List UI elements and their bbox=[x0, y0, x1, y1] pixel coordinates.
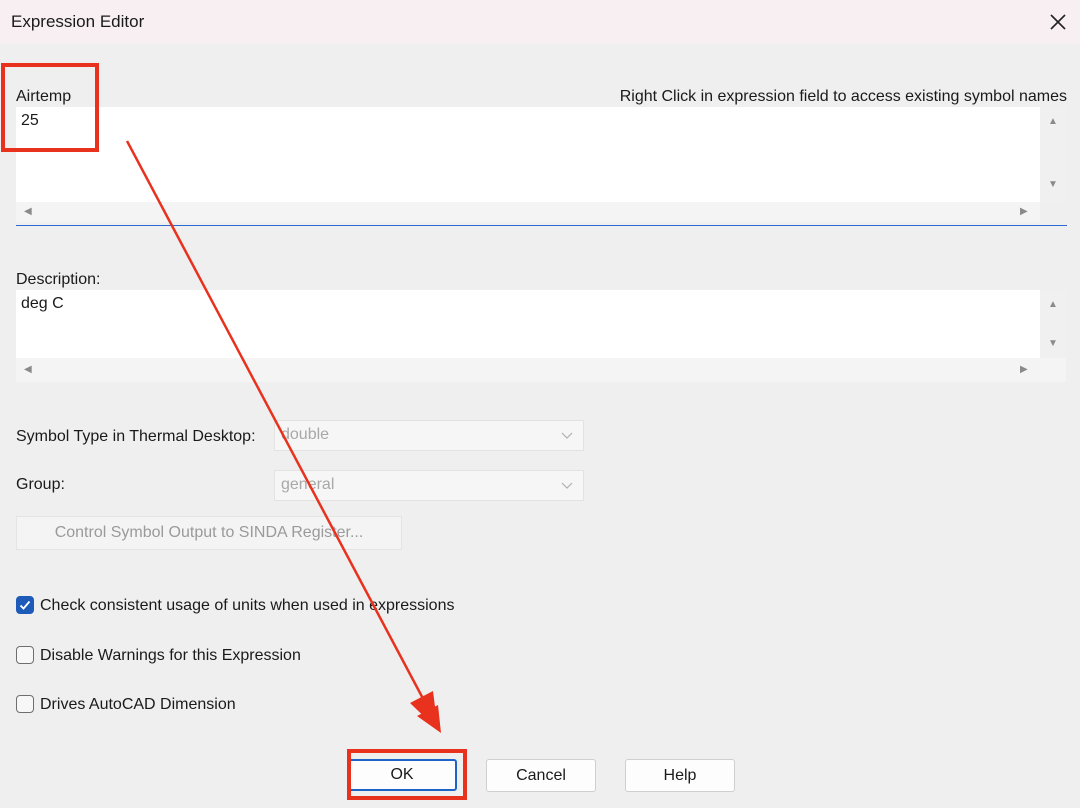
annotation-arrow bbox=[125, 140, 441, 733]
